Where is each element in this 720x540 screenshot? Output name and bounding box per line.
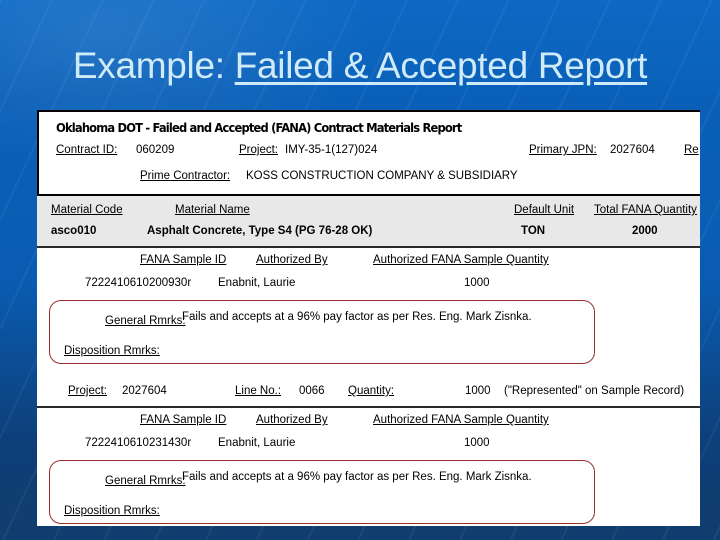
sample-block-2: FANA Sample ID Authorized By Authorized …: [37, 408, 700, 456]
prime-contractor-label: Prime Contractor:: [140, 170, 231, 182]
section-project-value: 2027604: [122, 385, 167, 397]
general-remarks-text-2: Fails and accepts at a 96% pay factor as…: [182, 471, 532, 483]
line-no-value: 0066: [299, 385, 325, 397]
authorized-by-value: Enabnit, Laurie: [218, 277, 296, 289]
disposition-remarks-label: Disposition Rmrks:: [64, 345, 160, 357]
section-spacer-1: [37, 364, 700, 380]
quantity-value: 1000: [465, 385, 491, 397]
sample-id-column-label: FANA Sample ID: [140, 254, 227, 266]
authorized-by-column-label-2: Authorized By: [256, 414, 328, 426]
disposition-remarks-label-2: Disposition Rmrks:: [64, 505, 160, 517]
sample-block-1: FANA Sample ID Authorized By Authorized …: [37, 248, 700, 296]
general-remarks-label: General Rmrks:: [105, 315, 186, 327]
material-name-value: Asphalt Concrete, Type S4 (PG 76-28 OK): [147, 225, 373, 237]
report-header-box: Oklahoma DOT - Failed and Accepted (FANA…: [37, 110, 700, 196]
remarks-box-2: General Rmrks: Fails and accepts at a 96…: [49, 460, 595, 524]
slide-title: Example: Failed & Accepted Report: [0, 44, 720, 88]
sample-id-value-2: 7222410610231430r: [85, 437, 192, 449]
contract-id-value: 060209: [136, 144, 175, 156]
authorized-quantity-column-label-2: Authorized FANA Sample Quantity: [373, 414, 549, 426]
slide-title-prefix: Example:: [72, 45, 235, 86]
clipped-header-label: Re: [684, 144, 699, 156]
authorized-quantity-column-label: Authorized FANA Sample Quantity: [373, 254, 549, 266]
material-name-label: Material Name: [175, 204, 250, 216]
quantity-label: Quantity:: [348, 385, 395, 397]
general-remarks-label-2: General Rmrks:: [105, 475, 186, 487]
authorized-quantity-value-2: 1000: [464, 437, 490, 449]
total-fana-quantity-label: Total FANA Quantity: [594, 204, 697, 216]
report-panel: Oklahoma DOT - Failed and Accepted (FANA…: [37, 110, 700, 526]
slide-title-emphasis: Failed & Accepted Report: [234, 45, 648, 86]
sample-id-value: 7222410610200930r: [85, 277, 192, 289]
remarks-box-1: General Rmrks: Fails and accepts at a 96…: [49, 300, 595, 364]
authorized-quantity-value: 1000: [464, 277, 490, 289]
line-no-label: Line No.:: [235, 385, 282, 397]
sample-id-column-label-2: FANA Sample ID: [140, 414, 227, 426]
prime-contractor-value: KOSS CONSTRUCTION COMPANY & SUBSIDIARY: [246, 170, 518, 182]
material-code-value: asco010: [51, 225, 97, 237]
total-fana-quantity-value: 2000: [632, 225, 658, 237]
default-unit-label: Default Unit: [514, 204, 575, 216]
authorized-by-value-2: Enabnit, Laurie: [218, 437, 296, 449]
contract-id-label: Contract ID:: [56, 144, 118, 156]
general-remarks-text: Fails and accepts at a 96% pay factor as…: [182, 311, 532, 323]
project-detail-row: Project: 2027604 Line No.: 0066 Quantity…: [37, 380, 700, 406]
project-label: Project:: [239, 144, 278, 156]
default-unit-value: TON: [521, 225, 546, 237]
material-code-label: Material Code: [51, 204, 123, 216]
quantity-note: ("Represented" on Sample Record): [504, 385, 685, 397]
primary-jpn-label: Primary JPN:: [529, 144, 597, 156]
project-value: IMY-35-1(127)024: [285, 144, 378, 156]
report-header-title: Oklahoma DOT - Failed and Accepted (FANA…: [56, 120, 462, 135]
authorized-by-column-label: Authorized By: [256, 254, 328, 266]
section-project-label: Project:: [68, 385, 107, 397]
primary-jpn-value: 2027604: [610, 144, 655, 156]
material-summary-band: Material Code asco010 Material Name Asph…: [37, 196, 700, 246]
